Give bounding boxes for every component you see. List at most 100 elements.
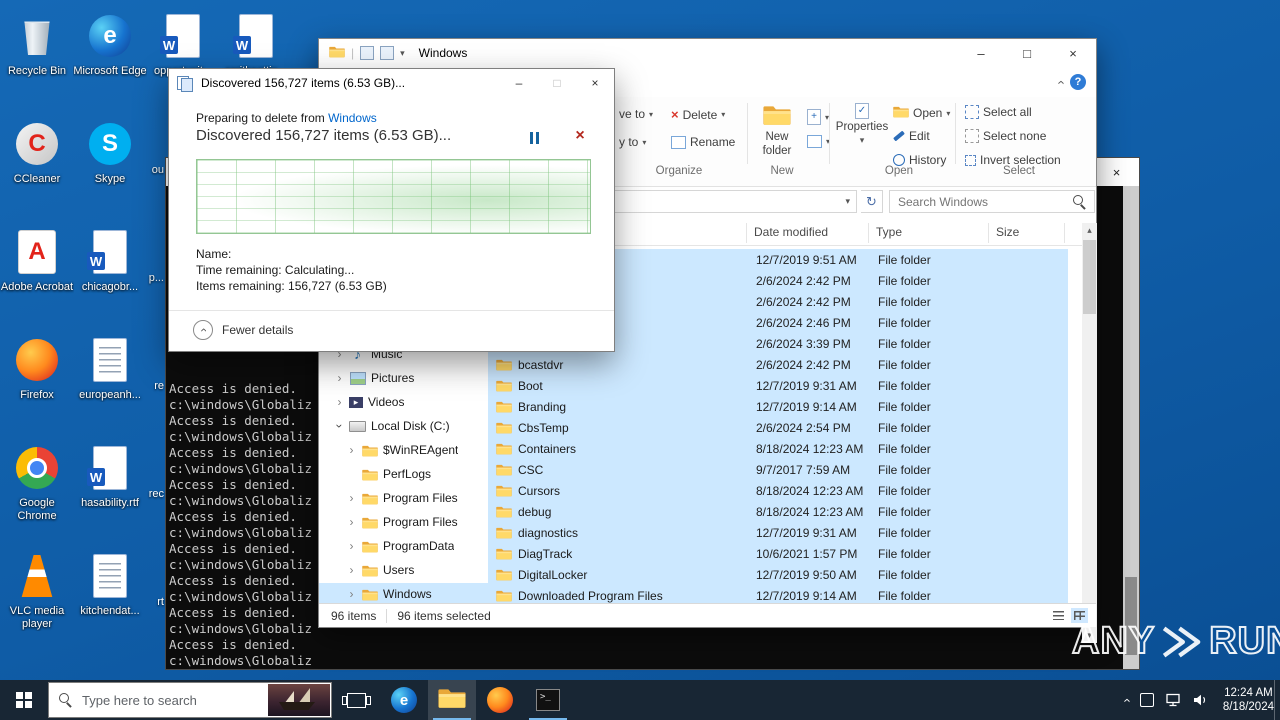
expand-chevron-icon[interactable]: › <box>347 539 356 553</box>
expand-chevron-icon[interactable]: › <box>347 515 356 529</box>
desktop-icon-adobe-acrobat[interactable]: A Adobe Acrobat <box>1 226 73 294</box>
expand-chevron-icon[interactable]: › <box>335 395 344 409</box>
fewer-details-button[interactable]: › Fewer details <box>193 320 293 340</box>
open-button[interactable]: Open ▾ <box>893 105 950 121</box>
taskbar-cmd-button[interactable]: >_ <box>524 680 572 720</box>
explorer-titlebar[interactable]: | ▾ Windows – □ × <box>319 39 1096 67</box>
nav-item-label: Users <box>383 563 415 577</box>
help-button[interactable]: ? <box>1070 74 1086 90</box>
column-divider[interactable] <box>988 223 989 243</box>
file-row-debug[interactable]: debug 8/18/2024 12:23 AM File folder <box>488 501 1068 522</box>
expand-chevron-icon[interactable]: › <box>347 563 356 577</box>
taskbar-clock[interactable]: 12:24 AM 8/18/2024 <box>1223 686 1274 714</box>
new-folder-button[interactable]: New folder <box>753 103 801 157</box>
taskbar-firefox-button[interactable] <box>476 680 524 720</box>
scroll-up-icon[interactable]: ▴ <box>1082 223 1097 238</box>
file-type: File folder <box>878 420 931 435</box>
details-view-button[interactable] <box>1050 608 1067 623</box>
file-name: Downloaded Program Files <box>518 588 663 603</box>
column-header-type[interactable]: Type <box>876 225 902 239</box>
file-row-cursors[interactable]: Cursors 8/18/2024 12:23 AM File folder <box>488 480 1068 501</box>
cancel-button[interactable]: × <box>567 125 593 147</box>
easy-access-button[interactable]: ▾ <box>807 135 830 148</box>
column-divider[interactable] <box>868 223 869 243</box>
show-hidden-icons-button[interactable]: › <box>1119 698 1134 702</box>
file-type: File folder <box>878 462 931 477</box>
network-icon[interactable] <box>1165 693 1181 707</box>
file-row-cbstemp[interactable]: CbsTemp 2/6/2024 2:54 PM File folder <box>488 417 1068 438</box>
file-row-branding[interactable]: Branding 12/7/2019 9:14 AM File folder <box>488 396 1068 417</box>
file-row-diagnostics[interactable]: diagnostics 12/7/2019 9:31 AM File folder <box>488 522 1068 543</box>
column-header-date-modified[interactable]: Date modified <box>754 225 828 239</box>
cmd-close-button[interactable]: × <box>1094 158 1139 186</box>
desktop-icon-microsoft-edge[interactable]: e Microsoft Edge <box>73 10 147 78</box>
column-divider[interactable] <box>746 223 747 243</box>
task-view-button[interactable] <box>332 680 380 720</box>
taskbar-search[interactable]: Type here to search <box>48 682 332 718</box>
select-none-button[interactable]: Select none <box>965 129 1046 143</box>
chevron-down-icon: ▾ <box>649 109 654 119</box>
explorer-minimize-button[interactable]: – <box>958 39 1004 67</box>
file-type: File folder <box>878 525 931 540</box>
file-row-bcastdvr[interactable]: bcastdvr 2/6/2024 2:42 PM File folder <box>488 354 1068 375</box>
copy-to-button[interactable]: y to ▾ <box>619 135 646 149</box>
file-row-digitallocker[interactable]: DigitalLocker 12/7/2019 9:50 AM File folde… <box>488 564 1068 585</box>
taskbar-explorer-button[interactable] <box>428 680 476 720</box>
nav-item-label: Program Files <box>383 515 458 529</box>
expand-chevron-icon[interactable]: › <box>347 587 356 601</box>
tray-app-icon[interactable] <box>1139 693 1154 707</box>
new-item-button[interactable]: + ▾ <box>807 109 829 125</box>
explorer-close-button[interactable]: × <box>1050 39 1096 67</box>
file-date-modified: 2/6/2024 2:42 PM <box>756 294 851 309</box>
move-to-button[interactable]: ve to ▾ <box>619 107 653 121</box>
delete-button[interactable]: × Delete ▾ <box>671 107 725 122</box>
select-all-button[interactable]: Select all <box>965 105 1032 119</box>
cmd-scrollbar[interactable] <box>1123 186 1139 669</box>
desktop-icon-ccleaner[interactable]: C CCleaner <box>2 118 72 186</box>
edit-button[interactable]: Edit <box>893 129 930 143</box>
dialog-close-button[interactable]: × <box>576 69 614 97</box>
file-row-diagtrack[interactable]: DiagTrack 10/6/2021 1:57 PM File folder <box>488 543 1068 564</box>
expand-chevron-icon[interactable]: › <box>347 491 356 505</box>
desktop-icon-vlc-media-player[interactable]: VLC media player <box>2 550 72 631</box>
search-highlight-art[interactable] <box>268 684 330 716</box>
close-icon: × <box>591 76 599 90</box>
file-row-boot[interactable]: Boot 12/7/2019 9:31 AM File folder <box>488 375 1068 396</box>
quick-access-icon[interactable] <box>360 46 375 60</box>
desktop-icon-google-chrome[interactable]: Google Chrome <box>2 442 72 523</box>
file-type: File folder <box>878 336 931 351</box>
volume-icon[interactable] <box>1192 693 1208 707</box>
chevron-down-icon[interactable]: ▾ <box>845 196 856 207</box>
file-list-scrollbar-thumb[interactable] <box>1083 240 1096 314</box>
rename-button[interactable]: Rename <box>671 135 735 149</box>
desktop-icon-recycle-bin[interactable]: Recycle Bin <box>2 10 72 78</box>
folder-icon <box>496 463 512 479</box>
expand-chevron-icon[interactable]: › <box>335 371 344 385</box>
column-divider[interactable] <box>1064 223 1065 243</box>
quick-access-icon[interactable] <box>380 46 395 60</box>
desktop-icon-firefox[interactable]: Firefox <box>2 334 72 402</box>
refresh-button[interactable]: ↻ <box>861 190 883 213</box>
minimize-icon: – <box>515 76 523 90</box>
dialog-titlebar[interactable]: Discovered 156,727 items (6.53 GB)... – … <box>169 69 614 97</box>
start-button[interactable] <box>0 680 48 720</box>
divider <box>386 608 388 623</box>
expand-chevron-icon[interactable]: › <box>333 422 347 431</box>
file-name: Branding <box>518 399 567 414</box>
explorer-maximize-button[interactable]: □ <box>1004 39 1050 67</box>
column-header-size[interactable]: Size <box>996 225 1019 239</box>
ribbon-collapse-button[interactable]: › <box>1052 80 1067 84</box>
taskbar-edge-button[interactable]: e <box>380 680 428 720</box>
dialog-minimize-button[interactable]: – <box>500 69 538 97</box>
file-row-csc[interactable]: CSC 9/7/2017 7:59 AM File folder <box>488 459 1068 480</box>
pause-button[interactable] <box>521 127 547 149</box>
search-icon[interactable] <box>1073 194 1087 209</box>
file-row-containers[interactable]: Containers 8/18/2024 12:23 AM File folder <box>488 438 1068 459</box>
chevron-down-icon[interactable]: ▾ <box>400 48 405 59</box>
show-desktop-button[interactable] <box>1274 680 1280 720</box>
properties-button[interactable]: ✓ Properties ▾ <box>835 103 889 146</box>
target-folder-link[interactable]: Windows <box>328 111 377 125</box>
expand-chevron-icon[interactable]: › <box>347 443 356 457</box>
file-list-scrollbar[interactable]: ▴ ▾ <box>1082 223 1097 643</box>
search-input[interactable]: Search Windows <box>889 190 1095 213</box>
